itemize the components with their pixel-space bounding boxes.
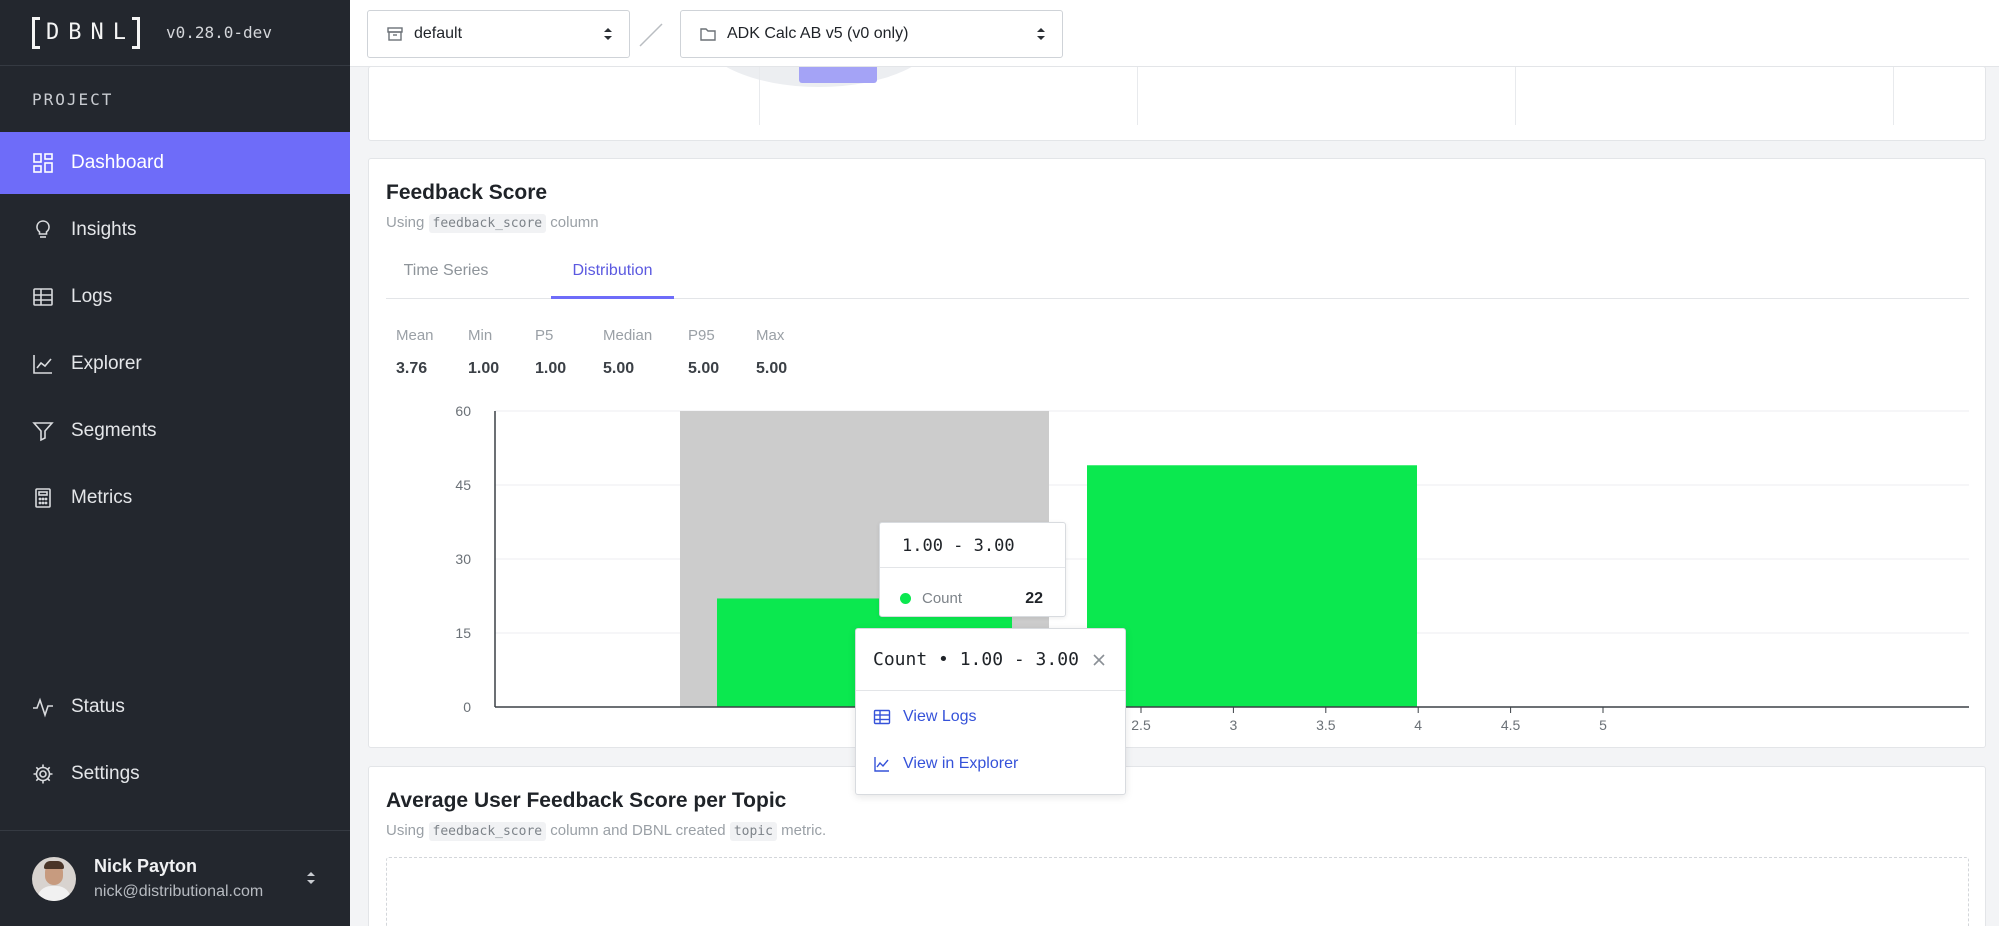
tooltip-row: Count 22 [880,568,1065,616]
folder-icon [699,25,717,43]
tooltip-range: 1.00 - 3.00 [880,523,1065,568]
sidebar-item-label: Logs [71,286,113,307]
top-bar: default ADK Calc AB v5 (v0 only) [350,0,1999,67]
table-icon [32,286,54,308]
sidebar-item-label: Insights [71,219,137,240]
sidebar-item-status[interactable]: Status [0,676,350,738]
sidebar-item-metrics[interactable]: Metrics [0,467,350,529]
sidebar-item-dashboard[interactable]: Dashboard [0,132,350,194]
table-icon [873,708,891,726]
bar-action-popover: Count • 1.00 - 3.00 View Logs View in Ex… [855,628,1126,795]
pulse-icon [32,696,54,718]
user-email: nick@distributional.com [94,883,264,900]
sidebar-bottom-nav: Status Settings [0,676,350,810]
feedback-score-card: Feedback Score Using feedback_score colu… [368,158,1986,748]
y-tick-label: 45 [455,477,471,493]
user-menu[interactable]: Nick Payton nick@distributional.com [0,830,350,926]
view-in-explorer-link[interactable]: View in Explorer [873,755,1018,773]
popover-header: Count • 1.00 - 3.00 [856,629,1125,691]
card-subtitle: Using feedback_score column and DBNL cre… [386,822,827,841]
y-tick-label: 60 [455,403,471,419]
column-code: feedback_score [428,822,547,841]
chart-tooltip: 1.00 - 3.00 Count 22 [879,522,1066,617]
histogram-bar [1087,465,1417,707]
up-down-caret-icon [1037,28,1045,40]
x-tick-label: 3.5 [1316,717,1336,733]
sidebar-item-segments[interactable]: Segments [0,400,350,462]
brand-header: DBNL v0.28.0-dev [0,0,350,66]
section-label: PROJECT [32,89,114,109]
y-tick-label: 30 [455,551,471,567]
view-logs-label: View Logs [903,708,977,725]
line-chart-icon [32,353,54,375]
tooltip-series-label: Count [922,590,963,607]
popover-title: Count • 1.00 - 3.00 [873,649,1079,670]
namespace-select[interactable]: default [367,10,630,58]
previous-chart-card [368,66,1986,141]
namespace-value: default [414,25,463,42]
view-logs-link[interactable]: View Logs [873,708,977,726]
series-dot-icon [900,593,911,604]
up-down-caret-icon [307,872,315,884]
x-tick-label: 4 [1414,717,1422,733]
sidebar-item-label: Dashboard [71,152,164,173]
sidebar: DBNL v0.28.0-dev PROJECT Dashboard Insig… [0,0,350,926]
y-tick-label: 0 [463,699,471,715]
filter-icon [32,420,54,442]
sidebar-item-label: Status [71,696,125,717]
avatar [32,856,76,901]
dashboard-icon [32,152,54,174]
sidebar-item-settings[interactable]: Settings [0,743,350,805]
up-down-caret-icon [604,28,612,40]
view-explorer-label: View in Explorer [903,755,1019,772]
x-tick-label: 3 [1230,717,1238,733]
x-tick-label: 2.5 [1131,717,1151,733]
distribution-chart: 0 15 30 45 60 2.5 3 3.5 4 4.5 5 [455,403,1969,733]
avg-feedback-card: Average User Feedback Score per Topic Us… [368,766,1986,926]
sidebar-item-logs[interactable]: Logs [0,266,350,328]
user-name: Nick Payton [94,856,198,876]
archive-box-icon [386,25,404,43]
project-select[interactable]: ADK Calc AB v5 (v0 only) [680,10,1063,58]
sidebar-item-label: Metrics [71,487,133,508]
close-icon[interactable] [1091,652,1107,668]
app-version: v0.28.0-dev [165,23,272,42]
x-tick-label: 5 [1599,717,1607,733]
project-value: ADK Calc AB v5 (v0 only) [727,25,909,42]
calculator-icon [32,487,54,509]
gear-icon [32,763,54,785]
y-tick-label: 15 [455,625,471,641]
chart-bar-fragment [799,67,877,83]
metric-code: topic [729,822,777,841]
dbnl-logo[interactable]: DBNL [32,16,140,50]
card-title: Average User Feedback Score per Topic [386,789,787,812]
sidebar-item-label: Explorer [71,353,142,374]
tooltip-value: 22 [1025,590,1043,607]
x-tick-label: 4.5 [1501,717,1521,733]
chart-placeholder [386,857,1969,926]
lightbulb-icon [32,219,54,241]
sidebar-item-label: Settings [71,763,140,784]
sidebar-item-label: Segments [71,420,157,441]
breadcrumb-separator [639,23,663,47]
sidebar-item-explorer[interactable]: Explorer [0,333,350,395]
logo-text: DBNL [46,20,135,45]
line-chart-icon [873,755,891,773]
sidebar-item-insights[interactable]: Insights [0,199,350,261]
